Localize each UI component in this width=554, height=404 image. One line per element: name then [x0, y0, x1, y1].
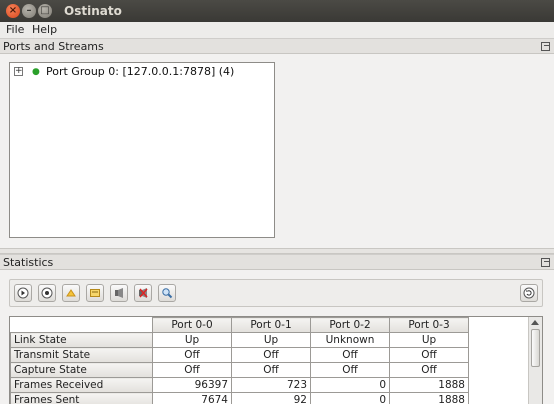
table-cell[interactable]: 1888: [389, 377, 469, 393]
table-cell[interactable]: Up: [231, 332, 311, 348]
table-cell[interactable]: 1888: [389, 392, 469, 404]
table-cell[interactable]: 0: [310, 377, 390, 393]
window-title: Ostinato: [64, 4, 122, 18]
start-icon[interactable]: [14, 284, 32, 302]
table-cell[interactable]: 92: [231, 392, 311, 404]
ports-dock-label: Ports and Streams: [3, 40, 104, 53]
tree-item-label: Port Group 0: [127.0.0.1:7878] (4): [46, 65, 235, 78]
menu-file[interactable]: File: [6, 23, 24, 36]
table-row: Transmit State Off Off Off Off: [10, 347, 469, 363]
start-capture-icon[interactable]: [110, 284, 128, 302]
table-cell[interactable]: Off: [389, 362, 469, 378]
vertical-scrollbar[interactable]: [528, 317, 542, 404]
scroll-up-icon[interactable]: [531, 320, 539, 325]
column-header[interactable]: Port 0-1: [231, 317, 311, 333]
stats-dock-title: Statistics: [0, 254, 554, 270]
refresh-icon[interactable]: [520, 284, 538, 302]
table-cell[interactable]: Off: [231, 362, 311, 378]
float-dock-icon[interactable]: [541, 42, 550, 51]
stats-toolbar: [9, 279, 543, 307]
table-cell[interactable]: 7674: [152, 392, 232, 404]
view-capture-icon[interactable]: [158, 284, 176, 302]
menu-help[interactable]: Help: [32, 23, 57, 36]
scroll-thumb[interactable]: [531, 329, 540, 367]
table-cell[interactable]: 723: [231, 377, 311, 393]
table-cell[interactable]: 96397: [152, 377, 232, 393]
table-corner: [10, 317, 153, 333]
close-icon[interactable]: ×: [6, 4, 20, 18]
stop-icon[interactable]: [38, 284, 56, 302]
expand-icon[interactable]: +: [14, 67, 23, 76]
title-bar: × – □ Ostinato: [0, 0, 554, 22]
row-header[interactable]: Frames Sent: [10, 392, 153, 404]
table-cell[interactable]: Off: [152, 362, 232, 378]
table-row: Link State Up Up Unknown Up: [10, 332, 469, 348]
row-header[interactable]: Link State: [10, 332, 153, 348]
table-row: Frames Received 96397 723 0 1888: [10, 377, 469, 393]
minimize-icon[interactable]: –: [22, 4, 36, 18]
table-cell[interactable]: Off: [389, 347, 469, 363]
table-cell[interactable]: 0: [310, 392, 390, 404]
table-cell[interactable]: Off: [310, 347, 390, 363]
table-cell[interactable]: Unknown: [310, 332, 390, 348]
port-tree[interactable]: + ● Port Group 0: [127.0.0.1:7878] (4): [9, 62, 275, 238]
table-cell[interactable]: Off: [310, 362, 390, 378]
column-header[interactable]: Port 0-0: [152, 317, 232, 333]
stats-table[interactable]: Port 0-0 Port 0-1 Port 0-2 Port 0-3 Link…: [9, 316, 543, 404]
row-header[interactable]: Frames Received: [10, 377, 153, 393]
status-dot-icon: ●: [32, 67, 40, 77]
row-header[interactable]: Transmit State: [10, 347, 153, 363]
stats-dock-label: Statistics: [3, 256, 54, 269]
table-row: Capture State Off Off Off Off: [10, 362, 469, 378]
table-cell[interactable]: Up: [389, 332, 469, 348]
column-header[interactable]: Port 0-3: [389, 317, 469, 333]
ports-panel: + ● Port Group 0: [127.0.0.1:7878] (4): [0, 54, 554, 250]
row-header[interactable]: Capture State: [10, 362, 153, 378]
float-dock-icon[interactable]: [541, 258, 550, 267]
clear-icon[interactable]: [62, 284, 80, 302]
stop-capture-icon[interactable]: [134, 284, 152, 302]
stats-panel: Port 0-0 Port 0-1 Port 0-2 Port 0-3 Link…: [0, 270, 554, 404]
clear-selected-icon[interactable]: [86, 284, 104, 302]
table-cell[interactable]: Off: [152, 347, 232, 363]
column-header[interactable]: Port 0-2: [310, 317, 390, 333]
ports-dock-title: Ports and Streams: [0, 38, 554, 54]
menu-bar: File Help: [0, 22, 554, 38]
table-row: Frames Sent 7674 92 0 1888: [10, 392, 469, 404]
table-cell[interactable]: Off: [231, 347, 311, 363]
table-cell[interactable]: Up: [152, 332, 232, 348]
maximize-icon[interactable]: □: [38, 4, 52, 18]
